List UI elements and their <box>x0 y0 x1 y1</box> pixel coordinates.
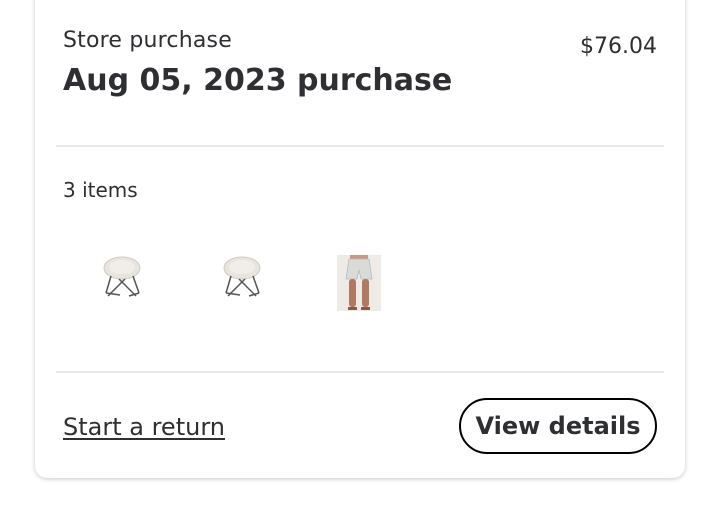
divider <box>56 145 664 147</box>
saucer-chair-icon[interactable] <box>99 252 145 310</box>
order-total: $76.04 <box>580 34 657 59</box>
order-card: Store purchase $76.04 Aug 05, 2023 purch… <box>35 0 685 478</box>
purchase-type-label: Store purchase <box>63 28 232 53</box>
items-count: 3 items <box>63 178 138 202</box>
divider <box>56 371 664 373</box>
saucer-chair-icon[interactable] <box>219 252 265 310</box>
order-title: Aug 05, 2023 purchase <box>63 63 453 98</box>
start-return-link[interactable]: Start a return <box>63 413 225 441</box>
view-details-button[interactable]: View details <box>459 398 657 454</box>
shorts-product-icon[interactable] <box>337 255 381 311</box>
